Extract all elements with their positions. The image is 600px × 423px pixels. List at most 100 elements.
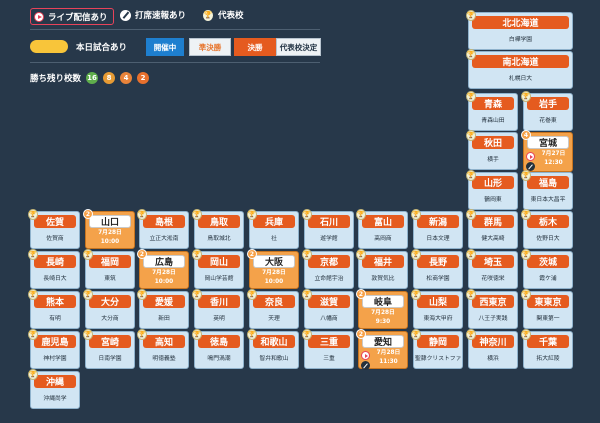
trophy-icon: 🏆 — [247, 209, 257, 220]
prefecture-name: 和歌山 — [253, 335, 295, 348]
prefecture-name: 大分 — [89, 295, 131, 308]
representative-school: 鳥取城北 — [207, 236, 231, 242]
remaining-badge: 2 — [356, 289, 366, 299]
prefecture-card-fukuoka[interactable]: 福岡 東筑 🏆 — [83, 249, 135, 289]
prefecture-card-gifu[interactable]: 岐阜 7月28日 9:30 2 — [356, 289, 408, 329]
prefecture-card-mie[interactable]: 三重 三重 🏆 — [302, 329, 354, 369]
prefecture-card-wakayama[interactable]: 和歌山 智弁和歌山 🏆 — [247, 329, 299, 369]
representative-school: 青森山田 — [481, 118, 505, 124]
prefecture-card-fukui[interactable]: 福井 敦賀気比 🏆 — [356, 249, 408, 289]
live-stream-icon[interactable] — [526, 152, 535, 161]
prefecture-name: 神奈川 — [472, 335, 514, 348]
prefecture-card-ehime[interactable]: 愛媛 新田 🏆 — [137, 289, 189, 329]
prefecture-name: 岡山 — [198, 255, 240, 268]
prefecture-name: 静岡 — [417, 335, 459, 348]
prefecture-card-miyagi[interactable]: 宮城 7月27日 12:30 4 — [521, 130, 573, 172]
trophy-icon: 🏆 — [28, 289, 38, 300]
prefecture-card-okinawa[interactable]: 沖縄 沖縄尚学 🏆 — [28, 369, 80, 409]
prefecture-card-saga[interactable]: 佐賀 佐賀商 🏆 — [28, 209, 80, 249]
prefecture-card-yamaguchi[interactable]: 山口 7月28日 10:00 2 — [83, 209, 135, 249]
prefecture-card-kyoto[interactable]: 京都 立命館宇治 🏆 — [302, 249, 354, 289]
prefecture-card-chiba[interactable]: 千葉 拓大紅陵 🏆 — [521, 329, 573, 369]
prefecture-name: 岩手 — [527, 97, 569, 110]
trophy-icon: 🏆 — [521, 249, 531, 260]
prefecture-card-yamanashi[interactable]: 山梨 東海大甲府 🏆 — [411, 289, 463, 329]
representative-school: 立命館宇治 — [314, 276, 344, 282]
status-semifinal: 準決勝 — [189, 38, 231, 56]
trophy-icon: 🏆 — [411, 209, 421, 220]
prefecture-card-akita[interactable]: 秋田 横手 🏆 — [466, 130, 518, 170]
prefecture-card-kanagawa[interactable]: 神奈川 横浜 🏆 — [466, 329, 518, 369]
prefecture-card-oita[interactable]: 大分 大分商 🏆 — [83, 289, 135, 329]
prefecture-card-kochi[interactable]: 高知 明徳義塾 🏆 — [137, 329, 189, 369]
trophy-icon: 🏆 — [466, 209, 476, 220]
prefecture-card-nagano[interactable]: 長野 松商学園 🏆 — [411, 249, 463, 289]
status-live: 開催中 — [146, 38, 184, 56]
prefecture-card-shiga[interactable]: 滋賀 八幡商 🏆 — [302, 289, 354, 329]
representative-school: 岡山学芸館 — [204, 276, 234, 282]
representative-school: 八幡商 — [320, 316, 338, 322]
representative-school: 佐野日大 — [536, 236, 560, 242]
representative-school: 新田 — [158, 316, 170, 322]
prefecture-card-miyazaki[interactable]: 宮崎 日南学園 🏆 — [83, 329, 135, 369]
prefecture-card-saitama[interactable]: 埼玉 花咲徳栄 🏆 — [466, 249, 518, 289]
prefecture-card-ishikawa[interactable]: 石川 遊学館 🏆 — [302, 209, 354, 249]
prefecture-name: 岐阜 — [362, 295, 404, 308]
prefecture-card-aomori[interactable]: 青森 青森山田 🏆 — [466, 91, 518, 131]
bat-icon[interactable] — [361, 361, 370, 370]
prefecture-card-toyama[interactable]: 富山 高岡商 🏆 — [356, 209, 408, 249]
prefecture-card-kagoshima[interactable]: 鹿児島 神村学園 🏆 — [28, 329, 80, 369]
prefecture-name: 鳥取 — [198, 215, 240, 228]
representative-legend-label: 代表校 — [218, 11, 244, 21]
prefecture-card-hokkaido-south[interactable]: 南北海道 札幌日大 🏆 — [466, 49, 573, 89]
match-schedule: 7月28日 10:00 — [262, 270, 286, 285]
prefecture-card-yamagata[interactable]: 山形 鶴岡東 🏆 — [466, 170, 518, 210]
remaining-badge: 2 — [137, 249, 147, 259]
prefecture-card-aichi[interactable]: 愛知 7月28日 11:30 2 — [356, 329, 408, 370]
prefecture-name: 福島 — [527, 176, 569, 189]
prefecture-card-kagawa[interactable]: 香川 英明 🏆 — [192, 289, 244, 329]
prefecture-card-nara[interactable]: 奈良 天理 🏆 — [247, 289, 299, 329]
prefecture-name: 島根 — [143, 215, 185, 228]
prefecture-card-tochigi[interactable]: 栃木 佐野日大 🏆 — [521, 209, 573, 249]
prefecture-card-hokkaido-north[interactable]: 北北海道 白樺学園 🏆 — [466, 10, 573, 50]
representative-school: 花咲徳栄 — [481, 276, 505, 282]
prefecture-card-nagasaki[interactable]: 長崎 長崎日大 🏆 — [28, 249, 80, 289]
prefecture-card-niigata[interactable]: 新潟 日本文理 🏆 — [411, 209, 463, 249]
prefecture-card-east-tokyo[interactable]: 東東京 関東第一 🏆 — [521, 289, 573, 329]
representative-school: 日南学園 — [98, 356, 122, 362]
remaining-count: 16 — [86, 72, 99, 84]
prefecture-card-osaka[interactable]: 大阪 7月28日 10:00 2 — [247, 249, 299, 289]
prefecture-card-tokushima[interactable]: 徳島 鳴門渦潮 🏆 — [192, 329, 244, 369]
representative-school: 沖縄尚学 — [43, 396, 67, 402]
prefecture-name: 栃木 — [527, 215, 569, 228]
prefecture-card-shimane[interactable]: 島根 立正大淞南 🏆 — [137, 209, 189, 249]
prefecture-card-iwate[interactable]: 岩手 花巻東 🏆 — [521, 91, 573, 131]
prefecture-card-fukushima[interactable]: 福島 東日本大昌平 🏆 — [521, 170, 573, 210]
prefecture-card-okayama[interactable]: 岡山 岡山学芸館 🏆 — [192, 249, 244, 289]
trophy-icon: 🏆 — [466, 49, 476, 60]
prefecture-name: 南北海道 — [472, 55, 569, 68]
prefecture-card-west-tokyo[interactable]: 西東京 八王子実践 🏆 — [466, 289, 518, 329]
representative-school: 聖隷クリストファー — [415, 356, 461, 362]
trophy-icon: 🏆 — [356, 209, 366, 220]
prefecture-card-ibaraki[interactable]: 茨城 霞ケ浦 🏆 — [521, 249, 573, 289]
trophy-icon: 🏆 — [466, 130, 476, 141]
match-schedule: 7月28日 10:00 — [152, 270, 176, 285]
prefecture-card-gunma[interactable]: 群馬 健大高崎 🏆 — [466, 209, 518, 249]
live-stream-icon[interactable] — [361, 351, 370, 360]
prefecture-card-kumamoto[interactable]: 熊本 有明 🏆 — [28, 289, 80, 329]
status-decided: 代表校決定 — [276, 38, 321, 56]
prefecture-card-tottori[interactable]: 鳥取 鳥取城北 🏆 — [192, 209, 244, 249]
prefecture-card-hyogo[interactable]: 兵庫社 🏆 — [247, 209, 299, 249]
representative-school: 明徳義塾 — [152, 356, 176, 362]
trophy-icon: 🏆 — [302, 289, 312, 300]
prefecture-name: 京都 — [308, 255, 350, 268]
prefecture-name: 徳島 — [198, 335, 240, 348]
prefecture-card-shizuoka[interactable]: 静岡聖隷クリストファー 🏆 — [411, 329, 463, 369]
representative-school: 鳴門渦潮 — [207, 356, 231, 362]
trophy-icon: 🏆 — [28, 329, 38, 340]
prefecture-card-hiroshima[interactable]: 広島 7月28日 10:00 2 — [137, 249, 189, 289]
representative-school: 有明 — [49, 316, 61, 322]
batting-legend: 打席速報あり — [120, 9, 186, 21]
